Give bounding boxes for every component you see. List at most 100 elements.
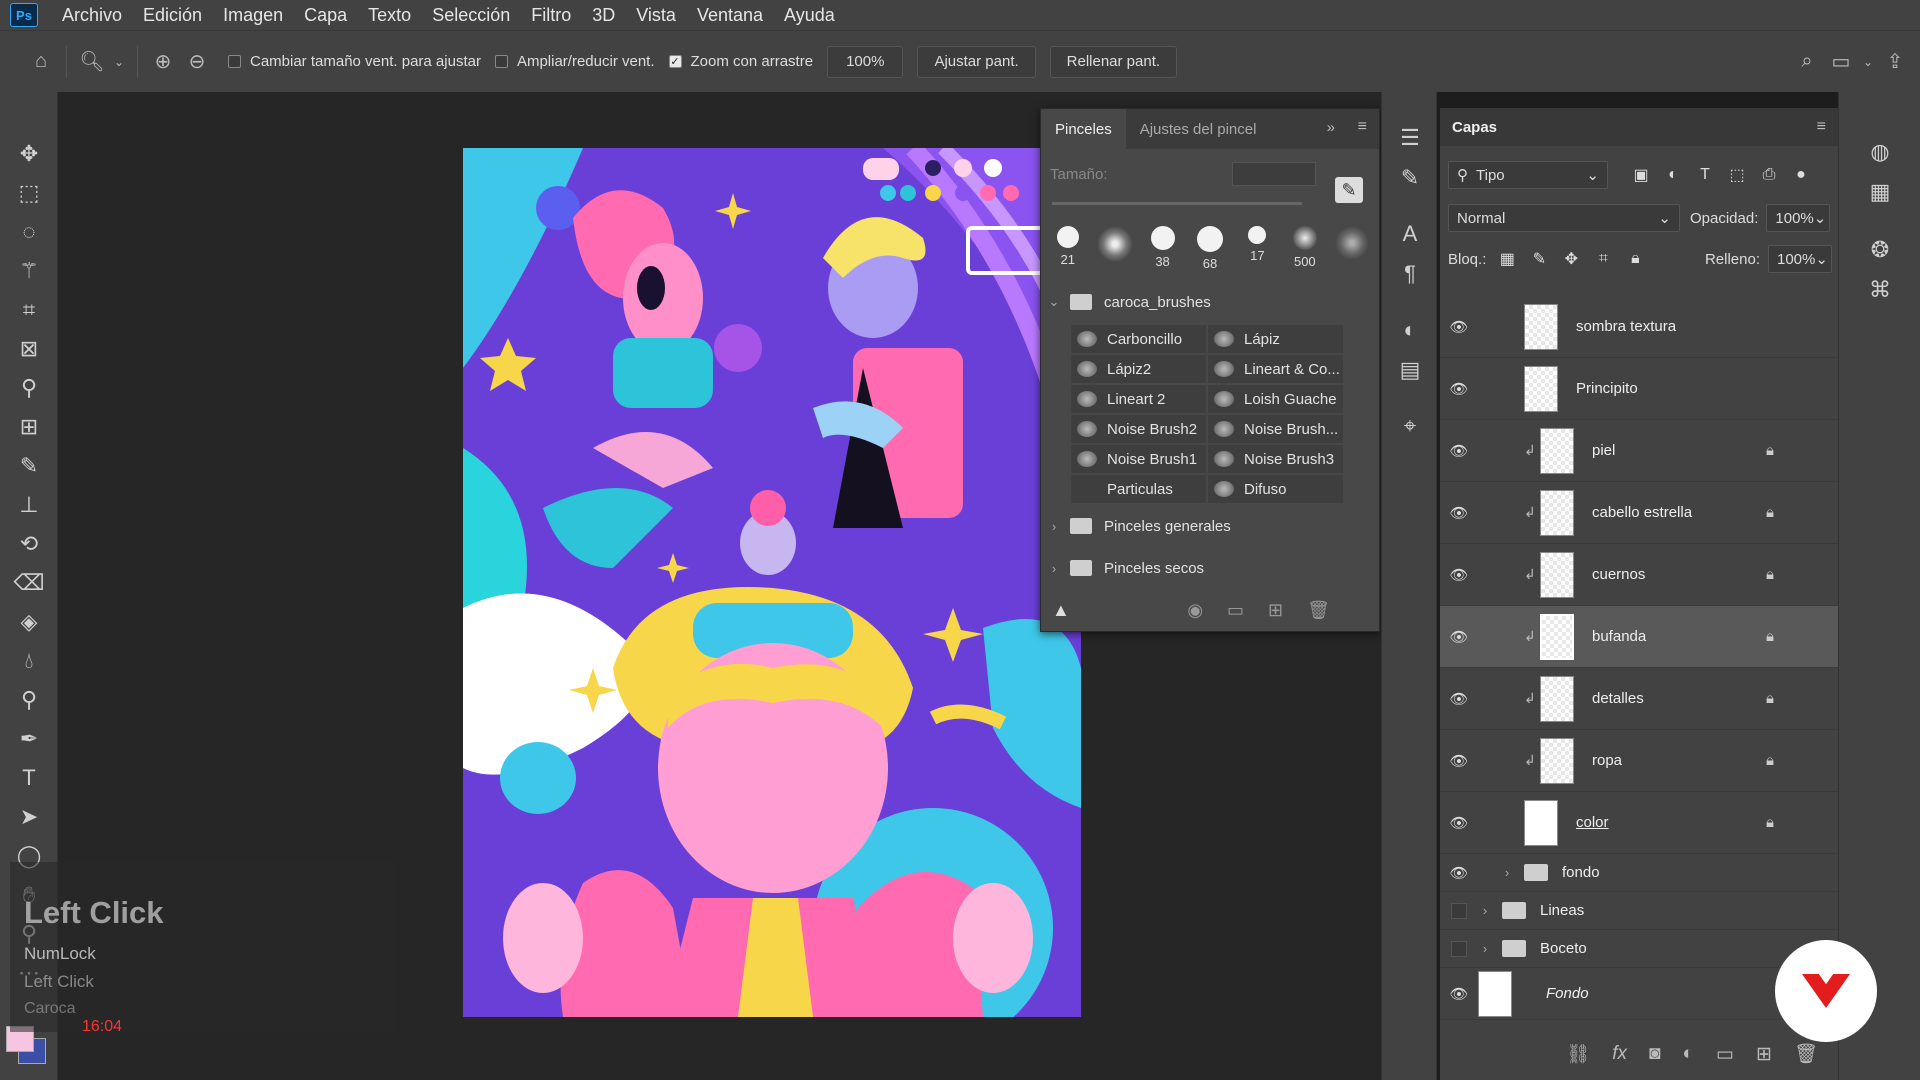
zoom-out-icon[interactable]: ⊖ bbox=[180, 45, 214, 79]
fit-screen-button[interactable]: Ajustar pant. bbox=[917, 45, 1036, 78]
opacity-input[interactable]: 100% ⌄ bbox=[1766, 204, 1831, 232]
brush-size-slider[interactable] bbox=[1052, 202, 1302, 205]
eyedropper-icon[interactable]: ⚲ bbox=[0, 368, 58, 407]
tab-brushes[interactable]: Pinceles bbox=[1041, 109, 1126, 149]
checkbox-box[interactable] bbox=[494, 55, 508, 68]
eye-icon[interactable]: 👁︎ bbox=[1440, 566, 1478, 584]
eye-icon[interactable]: 👁︎ bbox=[1440, 752, 1478, 770]
menu-seleccion[interactable]: Selección bbox=[432, 5, 510, 26]
chevron-right-icon[interactable]: › bbox=[1478, 941, 1492, 956]
checkbox-checked[interactable]: ✓ bbox=[668, 55, 682, 68]
fill-input[interactable]: 100% ⌄ bbox=[1768, 245, 1832, 273]
panel-menu-icon[interactable]: ≡ bbox=[1817, 118, 1826, 136]
filter-toggle-icon[interactable]: ● bbox=[1790, 166, 1812, 184]
character-icon[interactable]: A bbox=[1382, 214, 1438, 254]
marquee-tool-icon[interactable]: ⬚ bbox=[0, 173, 58, 212]
swatches-icon[interactable]: ▦ bbox=[1839, 172, 1920, 212]
properties-icon[interactable]: ☰ bbox=[1382, 118, 1438, 158]
new-brush-icon[interactable]: ⊞ bbox=[1268, 600, 1283, 621]
lock-artboard-icon[interactable]: ⌗ bbox=[1592, 250, 1614, 268]
crop-tool-icon[interactable]: ⌗ bbox=[0, 290, 58, 329]
brush-item[interactable]: Particulas bbox=[1070, 474, 1207, 504]
triangle-icon[interactable]: ▲ bbox=[1052, 600, 1070, 621]
image-filter-icon[interactable]: ▣ bbox=[1630, 165, 1652, 185]
preset-38[interactable]: 38 bbox=[1139, 222, 1186, 274]
layer-row-selected[interactable]: 👁︎ ↲ bufanda 🔒︎ bbox=[1440, 606, 1838, 668]
chevron-right-icon[interactable]: › bbox=[1044, 561, 1064, 576]
frame-tool-icon[interactable]: ⊠ bbox=[0, 329, 58, 368]
eraser-icon[interactable]: ⌫ bbox=[0, 563, 58, 602]
menu-filtro[interactable]: Filtro bbox=[531, 5, 571, 26]
brush-item[interactable]: Loish Guache bbox=[1207, 384, 1344, 414]
shape-filter-icon[interactable]: ⬚ bbox=[1726, 165, 1748, 185]
brush-item[interactable]: Noise Brush... bbox=[1207, 414, 1344, 444]
mask-icon[interactable]: ◙ bbox=[1649, 1043, 1660, 1065]
eye-icon[interactable]: 👁︎ bbox=[1440, 690, 1478, 708]
eye-icon[interactable]: 👁︎ bbox=[1440, 442, 1478, 460]
menu-texto[interactable]: Texto bbox=[368, 5, 411, 26]
eye-icon[interactable]: 👁︎ bbox=[1440, 985, 1478, 1003]
layer-row[interactable]: 👁︎ ↲ cabello estrella 🔒︎ bbox=[1440, 482, 1838, 544]
tab-brush-settings[interactable]: Ajustes del pincel bbox=[1126, 109, 1271, 149]
brush-size-input[interactable] bbox=[1232, 162, 1316, 186]
new-folder-icon[interactable]: ▭ bbox=[1227, 600, 1244, 621]
layer-row[interactable]: 👁︎ ↲ detalles 🔒︎ bbox=[1440, 668, 1838, 730]
brush-edit-icon[interactable]: ✎ bbox=[1335, 177, 1363, 203]
search-icon[interactable]: ⌕ bbox=[1790, 45, 1824, 79]
blend-mode-dropdown[interactable]: Normal ⌄ bbox=[1448, 204, 1680, 232]
brush-item[interactable]: Lineart & Co... bbox=[1207, 354, 1344, 384]
paths-icon[interactable]: ⌘ bbox=[1839, 270, 1920, 310]
dodge-tool-icon[interactable]: ⚲ bbox=[0, 680, 58, 719]
brush-item[interactable]: Carboncillo bbox=[1070, 324, 1207, 354]
move-tool-icon[interactable]: ✥ bbox=[0, 134, 58, 173]
chevron-down-icon[interactable]: ⌄ bbox=[109, 45, 129, 79]
trash-icon[interactable]: 🗑︎ bbox=[1794, 1042, 1818, 1066]
chevron-down-icon[interactable]: ⌄ bbox=[1044, 294, 1064, 310]
panel-menu-icon[interactable]: ≡ bbox=[1358, 118, 1367, 136]
libraries-icon[interactable]: ▤ bbox=[1382, 350, 1438, 390]
paint-bucket-icon[interactable]: ◈ bbox=[0, 602, 58, 641]
brush-item[interactable]: Lápiz bbox=[1207, 324, 1344, 354]
preset-noise[interactable] bbox=[1329, 222, 1376, 274]
pen-tool-icon[interactable]: ✒ bbox=[0, 719, 58, 758]
chevron-down-icon[interactable]: ⌄ bbox=[1858, 45, 1878, 79]
brush-item[interactable]: Noise Brush3 bbox=[1207, 444, 1344, 474]
healing-brush-icon[interactable]: ⊞ bbox=[0, 407, 58, 446]
scrubby-zoom-checkbox[interactable]: ✓ Zoom con arrastre bbox=[668, 53, 813, 70]
adjustments-icon[interactable]: ◐ bbox=[1382, 310, 1438, 350]
eye-icon[interactable]: 👁︎ bbox=[1440, 504, 1478, 522]
brush-item[interactable]: Lineart 2 bbox=[1070, 384, 1207, 414]
preset-500[interactable]: 500 bbox=[1281, 222, 1328, 274]
workspace-icon[interactable]: ▭ bbox=[1824, 45, 1858, 79]
brush-item[interactable]: Difuso bbox=[1207, 474, 1344, 504]
zoom-all-checkbox[interactable]: Ampliar/reducir vent. bbox=[494, 53, 655, 70]
layer-row[interactable]: 👁︎ ↲ ropa 🔒︎ bbox=[1440, 730, 1838, 792]
new-layer-icon[interactable]: ⊞ bbox=[1756, 1043, 1772, 1066]
brush-settings-icon[interactable]: ✎ bbox=[1382, 158, 1438, 198]
new-group-icon[interactable]: ▭ bbox=[1716, 1043, 1734, 1066]
lock-all-icon[interactable]: 🔒︎ bbox=[1624, 250, 1646, 268]
brush-tool-icon[interactable]: ✎ bbox=[0, 446, 58, 485]
menu-archivo[interactable]: Archivo bbox=[62, 5, 122, 26]
lock-position-icon[interactable]: ✥ bbox=[1560, 249, 1582, 269]
preset-68[interactable]: 68 bbox=[1186, 222, 1233, 274]
stamp-tool-icon[interactable]: ⊥ bbox=[0, 485, 58, 524]
paragraph-icon[interactable]: ¶ bbox=[1382, 254, 1438, 294]
fx-icon[interactable]: fx bbox=[1612, 1043, 1627, 1065]
illustration-canvas[interactable] bbox=[463, 148, 1081, 1017]
layer-row[interactable]: 👁︎ sombra textura bbox=[1440, 296, 1838, 358]
brush-item[interactable]: Noise Brush2 bbox=[1070, 414, 1207, 444]
eye-icon[interactable]: 👁︎ bbox=[1440, 318, 1478, 336]
home-icon[interactable]: ⌂ bbox=[24, 45, 58, 79]
eye-brush-icon[interactable]: ◉ bbox=[1187, 600, 1203, 621]
history-brush-icon[interactable]: ⟲ bbox=[0, 524, 58, 563]
visibility-toggle[interactable] bbox=[1451, 940, 1467, 957]
filter-dropdown[interactable]: ⚲ Tipo ⌄ bbox=[1448, 161, 1608, 189]
adjustment-layer-icon[interactable]: ◐ bbox=[1683, 1043, 1694, 1065]
trash-icon[interactable]: 🗑︎ bbox=[1307, 600, 1330, 621]
lock-transparent-icon[interactable]: ▦ bbox=[1496, 249, 1518, 269]
layer-row[interactable]: 👁︎ ↲ cuernos 🔒︎ bbox=[1440, 544, 1838, 606]
lasso-tool-icon[interactable]: ◌ bbox=[0, 212, 58, 251]
eye-icon[interactable]: 👁︎ bbox=[1440, 814, 1478, 832]
menu-ayuda[interactable]: Ayuda bbox=[784, 5, 835, 26]
